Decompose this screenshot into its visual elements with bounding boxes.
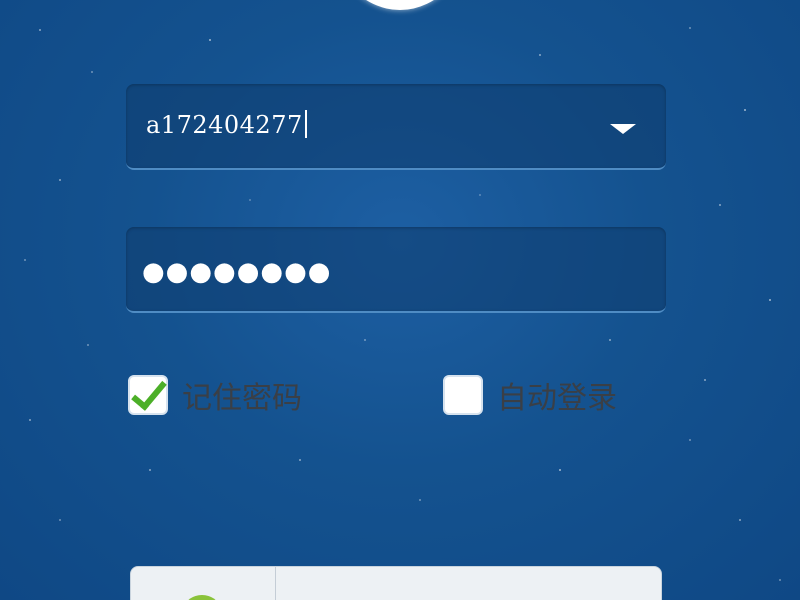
auto-login-label: 自动登录 (497, 381, 617, 416)
login-status-button[interactable] (131, 567, 275, 600)
checkmark-icon (131, 373, 167, 411)
username-input[interactable]: a172404277 (146, 110, 307, 139)
login-button-bar[interactable] (130, 566, 662, 600)
remember-password-label: 记住密码 (182, 381, 302, 416)
username-field[interactable]: a172404277 (126, 84, 666, 170)
chevron-down-icon[interactable] (610, 124, 636, 134)
auto-login-checkbox[interactable]: 自动登录 (443, 372, 617, 418)
password-input[interactable]: ●●●●●●●● (142, 257, 332, 287)
online-status-icon (185, 595, 219, 600)
checkbox-box[interactable] (128, 373, 168, 415)
password-field[interactable]: ●●●●●●●● (126, 227, 666, 313)
login-button[interactable] (276, 567, 661, 600)
avatar[interactable] (330, 0, 470, 10)
checkbox-box[interactable] (443, 375, 483, 415)
remember-password-checkbox[interactable]: 记住密码 (128, 372, 302, 418)
text-caret (304, 110, 307, 138)
